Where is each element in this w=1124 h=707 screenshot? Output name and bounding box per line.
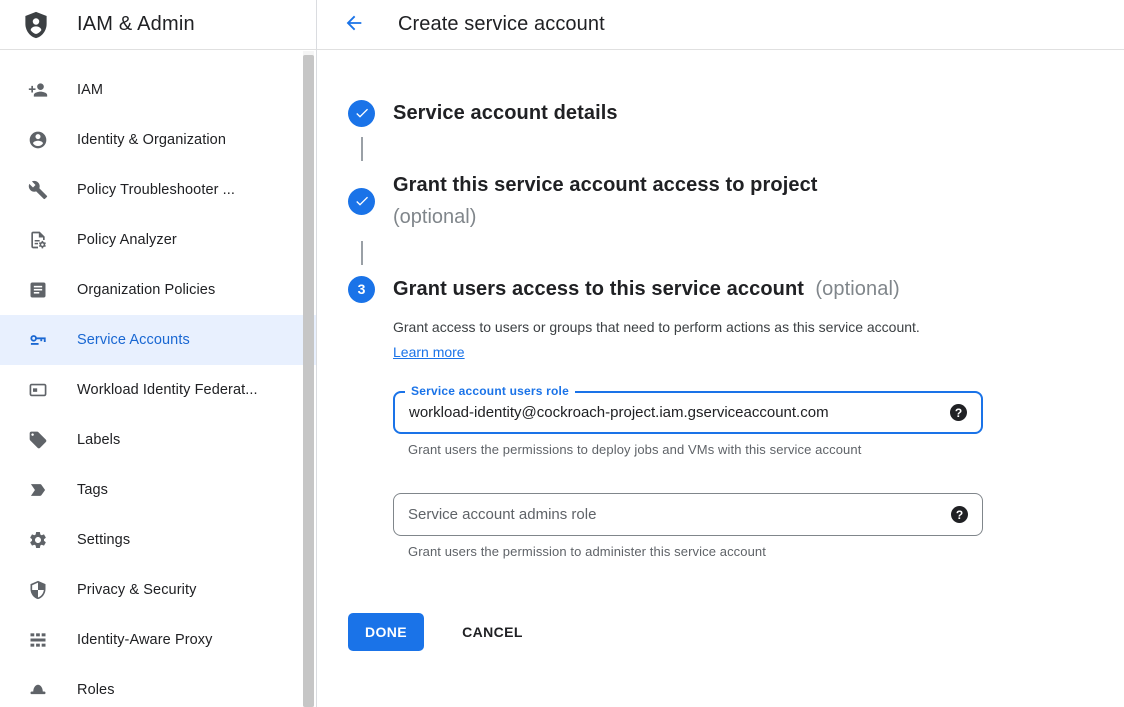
step-connector (361, 241, 363, 265)
sidebar-item-organization-policies[interactable]: Organization Policies (0, 265, 316, 315)
done-button[interactable]: DONE (348, 613, 424, 651)
field-helper-text: Grant users the permission to administer… (408, 544, 1100, 559)
sidebar-item-label: Roles (77, 682, 115, 698)
step-title: Service account details (393, 97, 618, 129)
sidebar-scrollbar[interactable] (303, 51, 314, 707)
step-optional-label: (optional) (810, 278, 900, 300)
sidebar-item-label: Service Accounts (77, 332, 190, 348)
wrench-icon (28, 180, 48, 200)
label-icon (28, 430, 48, 450)
create-service-account-form: Service account details Grant this servi… (317, 50, 1124, 651)
learn-more-link[interactable]: Learn more (393, 344, 465, 360)
step-grant-access-to-project[interactable]: Grant this service account access to pro… (348, 169, 1100, 233)
page-header: Create service account (317, 0, 1124, 50)
sidebar-item-privacy-security[interactable]: Privacy & Security (0, 565, 316, 615)
sidebar-item-labels[interactable]: Labels (0, 415, 316, 465)
roles-hat-icon (28, 680, 48, 700)
account-circle-icon (28, 130, 48, 150)
app-window: IAM & Admin IAM Identity & Organization (0, 0, 1124, 707)
service-account-admins-role-input[interactable] (408, 506, 941, 523)
sidebar-item-policy-analyzer[interactable]: Policy Analyzer (0, 215, 316, 265)
sidebar-item-label: Workload Identity Federat... (77, 382, 258, 398)
sidebar-item-label: Privacy & Security (77, 582, 196, 598)
sidebar-pane: IAM & Admin IAM Identity & Organization (0, 0, 317, 707)
step-optional-label: (optional) (393, 201, 818, 233)
step-grant-users-access[interactable]: 3 Grant users access to this service acc… (348, 273, 1100, 305)
service-account-admins-role-field[interactable]: ? (393, 493, 983, 536)
person-add-icon (28, 80, 48, 100)
sidebar-item-tags[interactable]: Tags (0, 465, 316, 515)
step-title: Grant users access to this service accou… (393, 278, 804, 300)
tag-icon (28, 480, 48, 500)
sidebar-item-settings[interactable]: Settings (0, 515, 316, 565)
sidebar-item-policy-troubleshooter[interactable]: Policy Troubleshooter ... (0, 165, 316, 215)
sidebar-item-label: Labels (77, 432, 120, 448)
step-connector (361, 137, 363, 161)
service-account-users-role-input[interactable] (409, 404, 940, 421)
sidebar-item-workload-identity-federation[interactable]: Workload Identity Federat... (0, 365, 316, 415)
step-service-account-details[interactable]: Service account details (348, 97, 1100, 129)
step-number-badge: 3 (348, 276, 375, 303)
sidebar-item-label: Tags (77, 482, 108, 498)
help-icon[interactable]: ? (951, 506, 968, 523)
policy-analyzer-icon (28, 230, 48, 250)
workload-identity-icon (28, 380, 48, 400)
sidebar-item-iam[interactable]: IAM (0, 65, 316, 115)
form-actions: DONE CANCEL (348, 613, 1100, 651)
sidebar-item-roles[interactable]: Roles (0, 665, 316, 707)
sidebar-item-identity-organization[interactable]: Identity & Organization (0, 115, 316, 165)
cancel-button[interactable]: CANCEL (454, 616, 531, 648)
sidebar-item-service-accounts[interactable]: Service Accounts (0, 315, 316, 365)
step-description: Grant access to users or groups that nee… (393, 315, 949, 365)
sidebar-item-label: Policy Troubleshooter ... (77, 182, 235, 198)
step-complete-check-icon (348, 188, 375, 215)
organization-policies-icon (28, 280, 48, 300)
main-pane: Create service account Service account d… (317, 0, 1124, 707)
proxy-icon (28, 630, 48, 650)
product-header: IAM & Admin (0, 0, 316, 50)
arrow-back-icon (343, 12, 365, 37)
field-helper-text: Grant users the permissions to deploy jo… (408, 442, 1100, 457)
service-accounts-icon (28, 330, 48, 350)
step-3-body: Grant access to users or groups that nee… (393, 315, 1100, 559)
sidebar-item-label: Identity-Aware Proxy (77, 632, 213, 648)
page-title: Create service account (398, 13, 605, 36)
iam-admin-shield-icon (21, 10, 51, 40)
shield-icon (28, 580, 48, 600)
sidebar-nav: IAM Identity & Organization Policy Troub… (0, 50, 316, 707)
sidebar-item-label: Identity & Organization (77, 132, 226, 148)
sidebar-item-identity-aware-proxy[interactable]: Identity-Aware Proxy (0, 615, 316, 665)
back-button[interactable] (342, 13, 366, 37)
help-icon[interactable]: ? (950, 404, 967, 421)
gear-icon (28, 530, 48, 550)
product-title: IAM & Admin (77, 13, 195, 36)
sidebar-item-label: IAM (77, 82, 103, 98)
step-title: Grant this service account access to pro… (393, 169, 818, 201)
sidebar-scrollbar-thumb[interactable] (303, 55, 314, 707)
service-account-users-role-field[interactable]: Service account users role ? (393, 391, 983, 434)
step-complete-check-icon (348, 100, 375, 127)
sidebar-item-label: Settings (77, 532, 130, 548)
sidebar-item-label: Policy Analyzer (77, 232, 177, 248)
sidebar-item-label: Organization Policies (77, 282, 215, 298)
field-floating-label: Service account users role (405, 384, 575, 398)
